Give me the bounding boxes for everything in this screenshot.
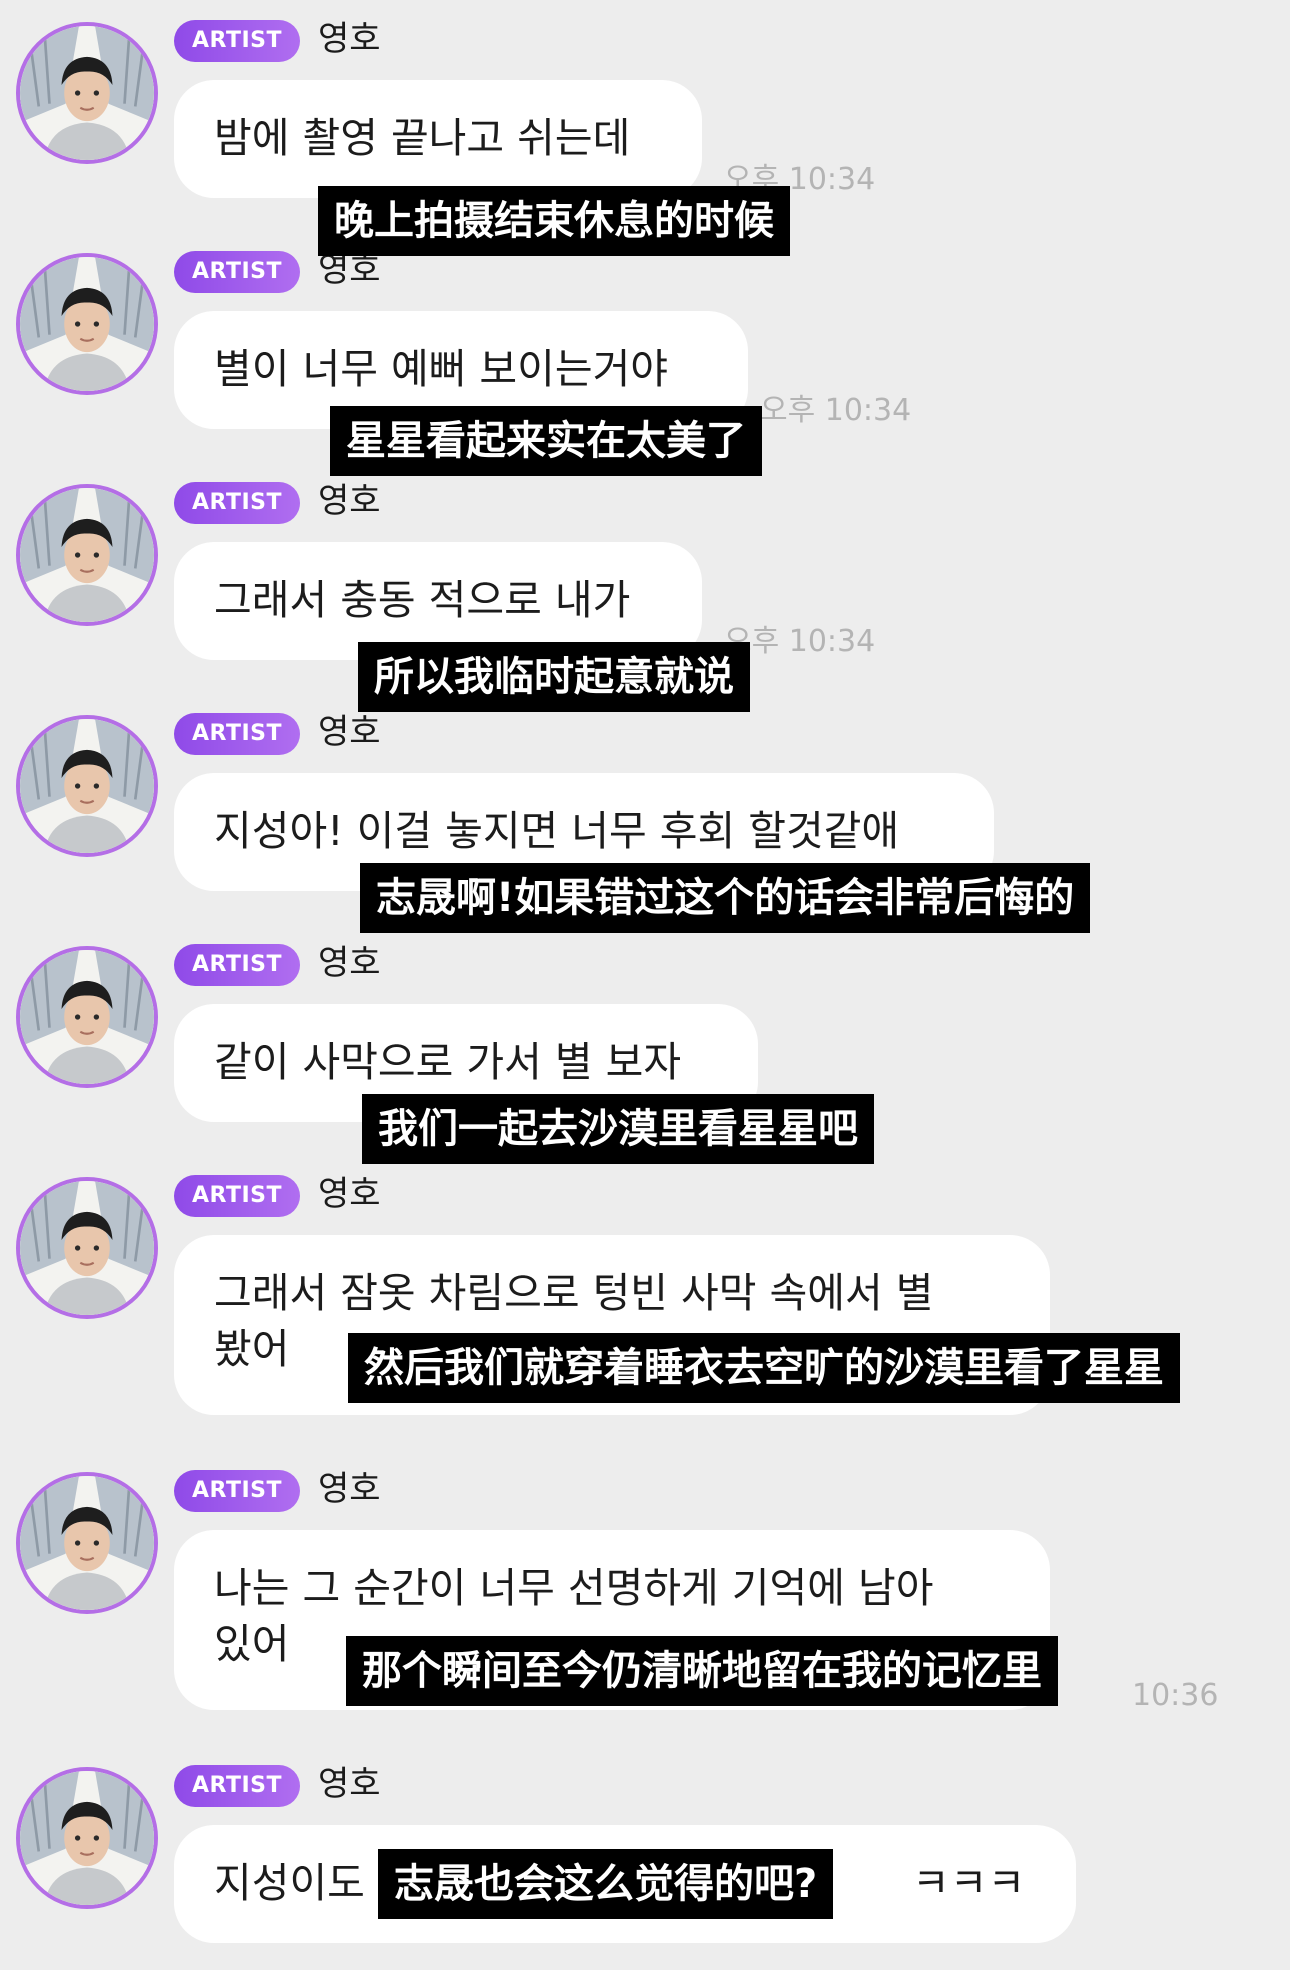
message-row: ARTIST 영호 지성이도 ㅋㅋㅋ 志晟也会这么觉得的吧? [0, 1745, 1290, 1965]
message-row: ARTIST 영호 밤에 촬영 끝나고 쉬는데 오후 10:34 晚上拍摄结束休… [0, 0, 1290, 256]
subtitle-caption: 然后我们就穿着睡衣去空旷的沙漠里看了星星 [348, 1333, 1180, 1403]
subtitle-caption: 晚上拍摄结束休息的时候 [318, 186, 790, 256]
artist-badge: ARTIST [174, 1470, 300, 1512]
message-timestamp: 오후 10:34 [760, 393, 912, 428]
artist-badge: ARTIST [174, 482, 300, 524]
subtitle-caption: 志晟也会这么觉得的吧? [378, 1849, 834, 1919]
sender-name: 영호 [318, 712, 381, 752]
laugh-text: ㅋㅋㅋ [912, 1859, 1026, 1907]
message-timestamp: 10:36 [1132, 1678, 1219, 1713]
message-row: ARTIST 영호 나는 그 순간이 너무 선명하게 기억에 남아 있어 10:… [0, 1450, 1290, 1740]
artist-badge: ARTIST [174, 944, 300, 986]
message-row: ARTIST 영호 지성아! 이걸 놓지면 너무 후회 할것같애 志晟啊!如果错… [0, 693, 1290, 933]
subtitle-caption: 那个瞬间至今仍清晰地留在我的记忆里 [346, 1636, 1058, 1706]
sender-name: 영호 [318, 481, 381, 521]
avatar[interactable] [16, 253, 158, 395]
sender-name: 영호 [318, 19, 381, 59]
sender-name: 영호 [318, 943, 381, 983]
sender-name: 영호 [318, 1764, 381, 1804]
subtitle-caption: 所以我临时起意就说 [358, 642, 750, 712]
artist-badge: ARTIST [174, 1765, 300, 1807]
avatar[interactable] [16, 1177, 158, 1319]
chat-thread: ARTIST 영호 밤에 촬영 끝나고 쉬는데 오후 10:34 晚上拍摄结束休… [0, 0, 1290, 1970]
artist-badge: ARTIST [174, 1175, 300, 1217]
artist-badge: ARTIST [174, 251, 300, 293]
message-row: ARTIST 영호 같이 사막으로 가서 별 보자 我们一起去沙漠里看星星吧 [0, 924, 1290, 1164]
subtitle-caption: 我们一起去沙漠里看星星吧 [362, 1094, 874, 1164]
sender-name: 영호 [318, 1469, 381, 1509]
avatar[interactable] [16, 484, 158, 626]
avatar[interactable] [16, 1767, 158, 1909]
message-row: ARTIST 영호 그래서 충동 적으로 내가 오후 10:34 所以我临时起意… [0, 462, 1290, 712]
message-row: ARTIST 영호 그래서 잠옷 차림으로 텅빈 사막 속에서 별 봤어 然后我… [0, 1155, 1290, 1445]
subtitle-caption: 星星看起来实在太美了 [330, 406, 762, 476]
artist-badge: ARTIST [174, 20, 300, 62]
avatar[interactable] [16, 1472, 158, 1614]
artist-badge: ARTIST [174, 713, 300, 755]
sender-name: 영호 [318, 1174, 381, 1214]
avatar[interactable] [16, 22, 158, 164]
subtitle-caption: 志晟啊!如果错过这个的话会非常后悔的 [360, 863, 1091, 933]
message-bubble[interactable]: 밤에 촬영 끝나고 쉬는데 [174, 80, 702, 198]
avatar[interactable] [16, 946, 158, 1088]
message-row: ARTIST 영호 별이 너무 예뻐 보이는거야 오후 10:34 星星看起来实… [0, 231, 1290, 476]
avatar[interactable] [16, 715, 158, 857]
